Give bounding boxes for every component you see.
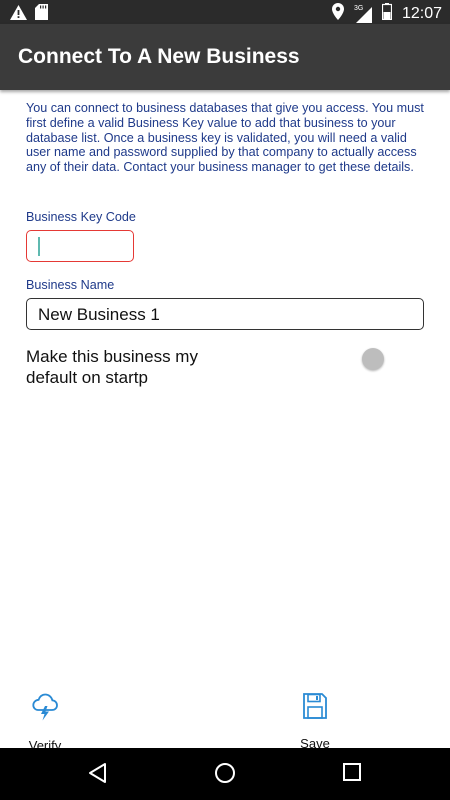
business-name-value: New Business 1 (38, 305, 160, 324)
business-name-input[interactable]: New Business 1 (26, 298, 424, 330)
default-business-label: Make this business my default on startp (26, 347, 198, 387)
save-icon (275, 693, 355, 724)
sd-card-icon (35, 4, 48, 25)
page-title: Connect To A New Business (18, 45, 300, 68)
status-time: 12:07 (401, 5, 442, 22)
navigation-bar (0, 748, 450, 800)
business-name-label: Business Name (26, 278, 115, 292)
back-icon[interactable] (87, 762, 109, 789)
text-caret (38, 237, 40, 256)
app-bar: Connect To A New Business (0, 24, 450, 90)
status-bar: 3G 12:07 (0, 0, 450, 24)
battery-icon (381, 3, 393, 25)
save-button[interactable]: Save (275, 693, 355, 751)
recents-icon[interactable] (342, 762, 362, 787)
location-icon (331, 3, 344, 25)
home-icon[interactable] (214, 762, 236, 789)
verify-button[interactable]: Verify (5, 693, 85, 753)
warning-icon (10, 4, 27, 25)
business-key-label: Business Key Code (26, 210, 136, 224)
business-key-input[interactable] (26, 230, 134, 262)
default-business-toggle[interactable] (362, 348, 384, 370)
intro-text: You can connect to business databases th… (26, 101, 424, 175)
cloud-lightning-icon (5, 693, 85, 726)
signal-icon: 3G (354, 5, 372, 23)
